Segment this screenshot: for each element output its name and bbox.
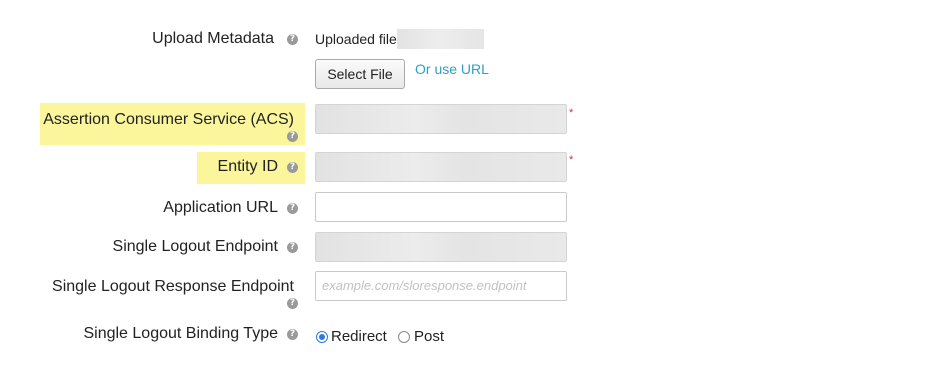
acs-required-marker: * (569, 107, 574, 119)
single-logout-endpoint-label: Single Logout Endpoint (112, 238, 278, 255)
binding-redirect-radio[interactable] (316, 331, 328, 343)
uploaded-file-name-redacted (397, 29, 484, 49)
help-icon[interactable]: ? (287, 203, 298, 214)
single-logout-response-endpoint-label: Single Logout Response Endpoint (52, 278, 294, 295)
help-icon[interactable]: ? (287, 131, 298, 142)
binding-post-label[interactable]: Post (414, 328, 444, 345)
single-logout-response-endpoint-input[interactable]: example.com/sloresponse.endpoint (315, 271, 567, 301)
binding-post-radio[interactable] (398, 331, 410, 343)
entity-id-label: Entity ID (217, 158, 278, 175)
entity-id-required-marker: * (569, 154, 574, 166)
help-icon[interactable]: ? (287, 34, 298, 45)
uploaded-file-status: Uploaded file (315, 31, 397, 47)
uploaded-file-text: Uploaded file (315, 31, 397, 47)
entity-id-input[interactable] (315, 152, 567, 182)
single-logout-response-endpoint-placeholder: example.com/sloresponse.endpoint (322, 278, 527, 293)
single-logout-binding-type-label: Single Logout Binding Type (83, 325, 278, 342)
or-use-url-link[interactable]: Or use URL (415, 61, 489, 77)
help-icon[interactable]: ? (287, 298, 298, 309)
acs-label: Assertion Consumer Service (ACS) (43, 111, 294, 128)
application-url-input[interactable] (315, 192, 567, 222)
single-logout-endpoint-input[interactable] (315, 232, 567, 262)
application-url-label: Application URL (163, 199, 278, 216)
help-icon[interactable]: ? (287, 242, 298, 253)
acs-input[interactable] (315, 104, 567, 134)
binding-redirect-label[interactable]: Redirect (331, 328, 387, 345)
help-icon[interactable]: ? (287, 162, 298, 173)
upload-metadata-label: Upload Metadata (152, 30, 274, 47)
select-file-button[interactable]: Select File (315, 59, 405, 89)
help-icon[interactable]: ? (287, 329, 298, 340)
